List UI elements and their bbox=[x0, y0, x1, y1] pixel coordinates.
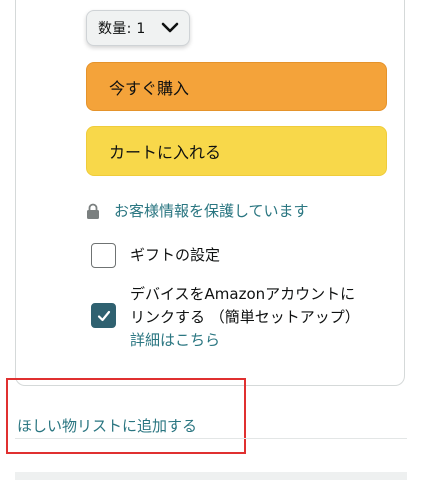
checkmark-icon bbox=[97, 310, 110, 321]
device-link-option[interactable] bbox=[91, 303, 116, 328]
details-link[interactable]: 詳細はこちら bbox=[130, 329, 390, 352]
add-to-cart-label: カートに入れる bbox=[109, 143, 222, 162]
gift-option[interactable]: ギフトの設定 bbox=[91, 243, 220, 268]
device-link-line1: デバイスをAmazonアカウントに bbox=[130, 285, 356, 303]
quantity-dropdown[interactable]: 数量: 1 bbox=[86, 10, 190, 46]
buy-now-button[interactable]: 今すぐ購入 bbox=[86, 62, 387, 111]
secure-transaction-text: お客様情報を保護しています bbox=[114, 202, 309, 220]
gift-label: ギフトの設定 bbox=[130, 246, 221, 264]
quantity-label: 数量: 1 bbox=[98, 21, 146, 37]
device-link-checkbox[interactable] bbox=[91, 303, 116, 328]
lock-icon bbox=[87, 203, 99, 219]
add-to-cart-button[interactable]: カートに入れる bbox=[86, 126, 387, 176]
add-to-wishlist-link[interactable]: ほしい物リストに追加する bbox=[17, 415, 197, 436]
next-section-edge bbox=[15, 472, 407, 480]
chevron-down-icon bbox=[161, 22, 179, 33]
device-link-line2: リンクする （簡単セットアップ） bbox=[130, 308, 360, 326]
secure-transaction-link[interactable]: お客様情報を保護しています bbox=[86, 200, 309, 221]
device-link-text: デバイスをAmazonアカウントに リンクする （簡単セットアップ） 詳細はこち… bbox=[130, 283, 390, 352]
gift-checkbox[interactable] bbox=[91, 243, 116, 268]
buy-now-label: 今すぐ購入 bbox=[109, 78, 190, 98]
purchase-panel-page: 数量: 1 今すぐ購入 カートに入れる お客様情報を保護しています ギフトの設定… bbox=[0, 0, 422, 480]
divider bbox=[15, 438, 407, 439]
